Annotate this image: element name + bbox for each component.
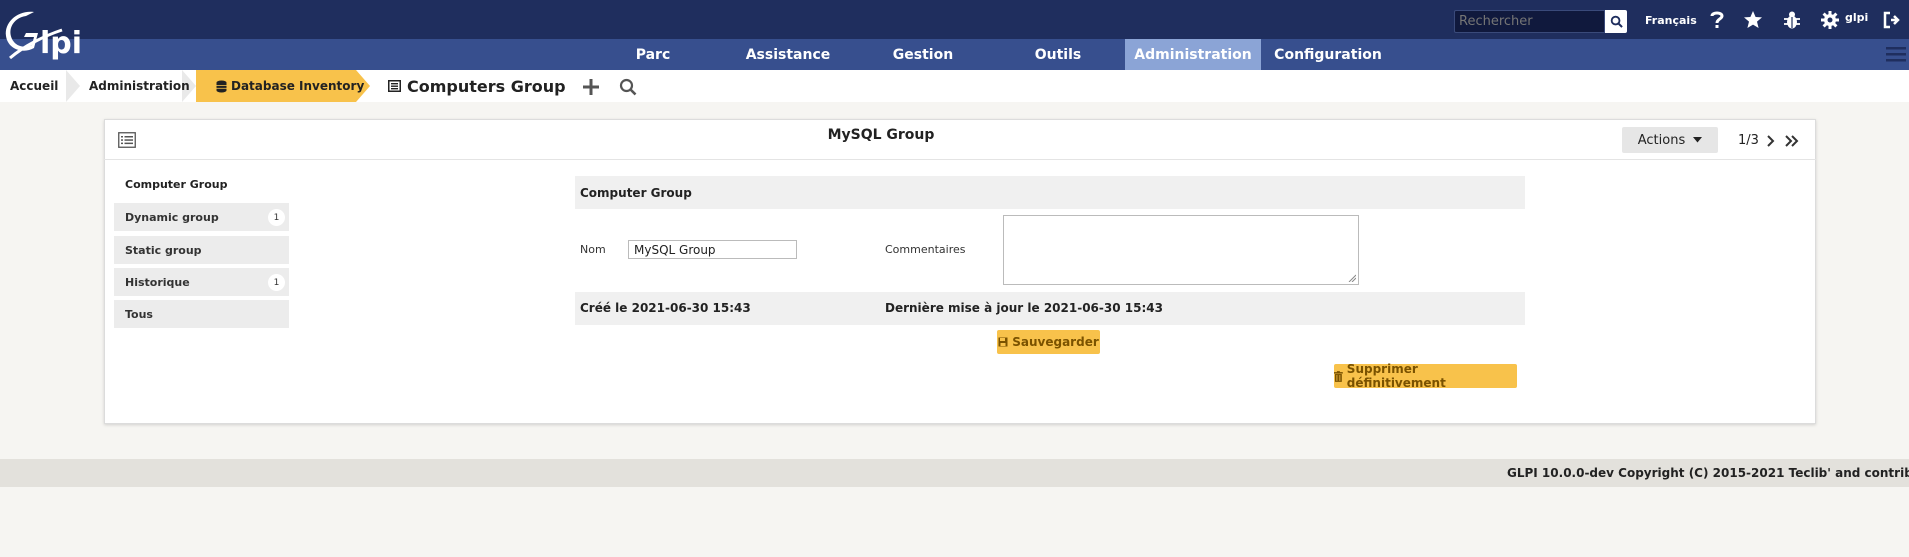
caret-down-icon bbox=[1693, 137, 1703, 143]
page-title[interactable]: Computers Group bbox=[388, 70, 566, 102]
sign-out-icon bbox=[1883, 11, 1900, 29]
pager-position: 1/3 bbox=[1738, 133, 1759, 148]
breadcrumb-database-inventory[interactable]: Database Inventory bbox=[216, 70, 364, 102]
menu-parc[interactable]: Parc bbox=[620, 39, 686, 70]
menu-gestion[interactable]: Gestion bbox=[880, 39, 966, 70]
list-view-icon[interactable] bbox=[118, 132, 136, 148]
preferences-button[interactable] bbox=[1819, 9, 1841, 31]
search-input[interactable] bbox=[1454, 10, 1605, 33]
tab-count-badge: 1 bbox=[268, 209, 285, 226]
tab-dynamic-group[interactable]: Dynamic group 1 bbox=[114, 203, 289, 231]
tab-computer-group[interactable]: Computer Group bbox=[114, 170, 289, 198]
updated-date: Dernière mise à jour le 2021-06-30 15:43 bbox=[885, 301, 1163, 315]
delete-label: Supprimer définitivement bbox=[1346, 362, 1446, 390]
hamburger-menu-icon[interactable] bbox=[1886, 45, 1906, 63]
bug-icon bbox=[1784, 11, 1800, 29]
main-panel bbox=[104, 119, 1816, 424]
search-button[interactable] bbox=[1605, 10, 1627, 33]
tab-label: Computer Group bbox=[125, 177, 228, 191]
tab-count-badge: 1 bbox=[268, 274, 285, 291]
created-date: Créé le 2021-06-30 15:43 bbox=[580, 301, 751, 315]
double-chevron-right-icon[interactable] bbox=[1784, 133, 1800, 149]
breadcrumb-database-inventory-label: Database Inventory bbox=[231, 79, 365, 93]
question-icon bbox=[1710, 11, 1724, 28]
breadcrumb-administration[interactable]: Administration bbox=[89, 70, 190, 102]
tab-label: Dynamic group bbox=[125, 210, 219, 224]
search-list-button[interactable] bbox=[617, 76, 639, 98]
language-selector[interactable]: Français bbox=[1645, 14, 1697, 27]
debug-button[interactable] bbox=[1781, 9, 1803, 31]
tab-label: Historique bbox=[125, 275, 190, 289]
trash-icon bbox=[1334, 370, 1343, 382]
breadcrumb-separator bbox=[66, 70, 80, 102]
glpi-logo[interactable]: lpi bbox=[4, 6, 100, 66]
resize-grip-icon[interactable] bbox=[1348, 274, 1356, 282]
menu-configuration[interactable]: Configuration bbox=[1268, 39, 1388, 70]
footer-copyright[interactable]: GLPI 10.0.0-dev Copyright (C) 2015-2021 … bbox=[1507, 466, 1909, 480]
comment-textarea[interactable] bbox=[1003, 215, 1359, 285]
actions-button[interactable]: Actions bbox=[1622, 127, 1718, 153]
menu-outils[interactable]: Outils bbox=[1020, 39, 1096, 70]
logout-button[interactable] bbox=[1881, 9, 1903, 31]
tab-historique[interactable]: Historique 1 bbox=[114, 268, 289, 296]
database-icon bbox=[216, 80, 227, 92]
gear-icon bbox=[1821, 11, 1839, 29]
svg-text:lpi: lpi bbox=[40, 26, 82, 61]
help-button[interactable] bbox=[1706, 9, 1728, 31]
item-title: MySQL Group bbox=[827, 127, 935, 143]
name-label: Nom bbox=[580, 243, 606, 256]
page-title-label: Computers Group bbox=[407, 76, 566, 96]
star-icon bbox=[1744, 11, 1762, 28]
name-input[interactable] bbox=[628, 240, 797, 259]
list-alt-icon bbox=[388, 80, 401, 92]
save-button[interactable]: Sauvegarder bbox=[997, 330, 1100, 354]
save-icon bbox=[998, 337, 1008, 347]
add-button[interactable] bbox=[580, 76, 602, 98]
search-icon bbox=[619, 78, 637, 96]
tab-static-group[interactable]: Static group bbox=[114, 236, 289, 264]
plus-icon bbox=[583, 79, 599, 95]
breadcrumb-home[interactable]: Accueil bbox=[10, 70, 58, 102]
tab-label: Static group bbox=[125, 243, 202, 257]
favorites-button[interactable] bbox=[1742, 9, 1764, 31]
actions-label: Actions bbox=[1637, 132, 1686, 148]
tab-tous[interactable]: Tous bbox=[114, 300, 289, 328]
chevron-right-icon[interactable] bbox=[1763, 133, 1779, 149]
save-label: Sauvegarder bbox=[1012, 335, 1099, 349]
panel-header-divider bbox=[104, 159, 1816, 160]
menu-assistance[interactable]: Assistance bbox=[737, 39, 839, 70]
menu-administration[interactable]: Administration bbox=[1125, 39, 1261, 70]
comment-label: Commentaires bbox=[885, 243, 966, 256]
search-icon bbox=[1610, 15, 1623, 28]
delete-permanently-button[interactable]: Supprimer définitivement bbox=[1334, 362, 1517, 390]
user-name[interactable]: glpi bbox=[1845, 11, 1868, 24]
form-section-title: Computer Group bbox=[575, 176, 1525, 209]
tab-label: Tous bbox=[125, 307, 153, 321]
